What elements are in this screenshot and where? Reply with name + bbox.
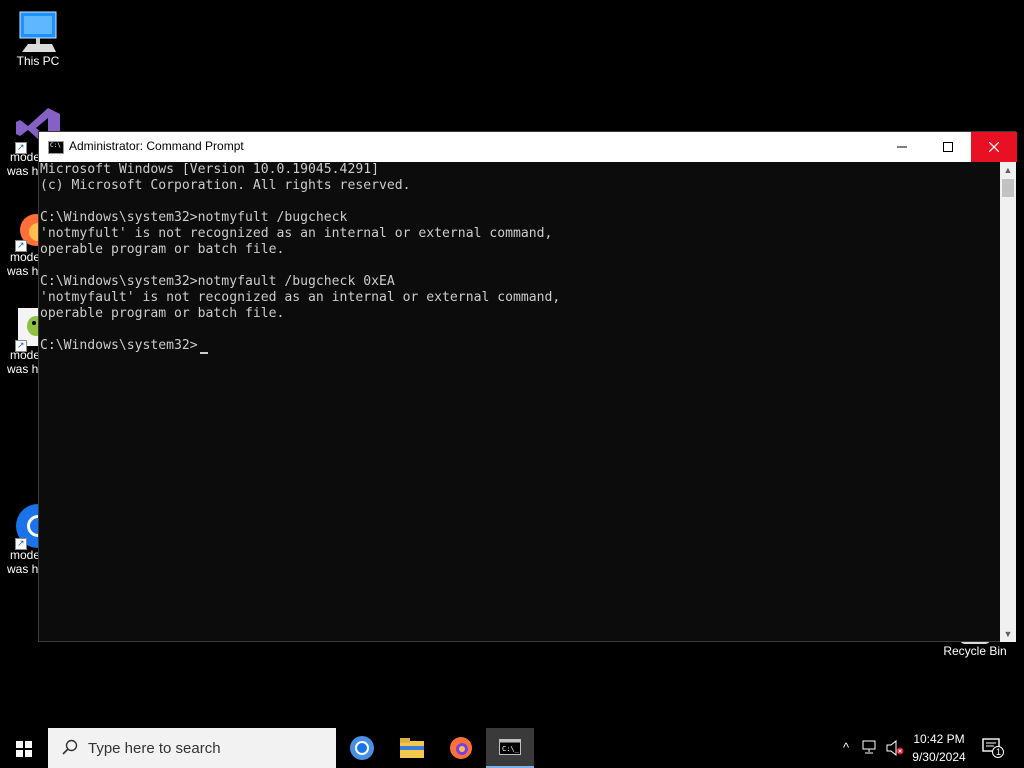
- console-line: operable program or batch file.: [40, 306, 285, 321]
- taskbar-app-chrome[interactable]: [338, 728, 386, 768]
- command-prompt-window[interactable]: Administrator: Command Prompt Microsoft …: [38, 131, 1017, 642]
- clock-date: 9/30/2024: [912, 750, 966, 764]
- taskbar: Type here to search C:\_ ^ 10:42 PM 9/30…: [0, 728, 1024, 768]
- console-line: Microsoft Windows [Version 10.0.19045.42…: [40, 162, 379, 177]
- console-line: 'notmyfault' is not recognized as an int…: [40, 290, 561, 305]
- shortcut-arrow-icon: [15, 338, 27, 352]
- maximize-button[interactable]: [925, 132, 971, 162]
- scrollbar-thumb[interactable]: [1002, 179, 1014, 197]
- svg-text:C:\_: C:\_: [502, 745, 520, 753]
- network-icon[interactable]: [862, 740, 878, 756]
- firefox-icon: [450, 737, 472, 759]
- text-cursor: [200, 352, 208, 354]
- taskbar-app-command-prompt[interactable]: C:\_: [486, 728, 534, 768]
- scroll-up-arrow-icon[interactable]: ▲: [1000, 162, 1016, 178]
- command-prompt-icon: [48, 141, 64, 154]
- window-title: Administrator: Command Prompt: [69, 139, 244, 153]
- minimize-button[interactable]: [879, 132, 925, 162]
- start-button[interactable]: [0, 728, 48, 768]
- show-hidden-icons-icon[interactable]: ^: [838, 740, 854, 756]
- command-prompt-icon: C:\_: [499, 739, 521, 755]
- maximize-icon: [943, 142, 953, 152]
- shortcut-arrow-icon: [15, 238, 27, 252]
- taskbar-app-firefox[interactable]: [437, 728, 485, 768]
- scroll-down-arrow-icon[interactable]: ▼: [1000, 626, 1016, 642]
- chrome-icon: [350, 736, 374, 760]
- desktop-icon-this-pc[interactable]: This PC: [0, 8, 76, 68]
- console-line: C:\Windows\system32>notmyfault /bugcheck…: [40, 274, 395, 289]
- file-explorer-icon: [400, 738, 424, 758]
- notification-center-button[interactable]: 1: [982, 738, 1004, 758]
- console-line: C:\Windows\system32>notmyfult /bugcheck: [40, 210, 348, 225]
- clock-time: 10:42 PM: [913, 732, 965, 746]
- shortcut-arrow-icon: [15, 140, 27, 154]
- vertical-scrollbar[interactable]: ▲ ▼: [1000, 162, 1016, 642]
- console-line: operable program or batch file.: [40, 242, 285, 257]
- window-titlebar[interactable]: Administrator: Command Prompt: [39, 132, 1017, 162]
- this-pc-icon: [19, 11, 57, 52]
- close-icon: [988, 141, 1000, 153]
- close-button[interactable]: [971, 132, 1017, 162]
- volume-muted-icon[interactable]: [886, 739, 904, 757]
- system-clock[interactable]: 10:42 PM 9/30/2024: [904, 730, 974, 766]
- shortcut-arrow-icon: [15, 536, 27, 550]
- console-line: 'notmyfult' is not recognized as an inte…: [40, 226, 553, 241]
- taskbar-app-file-explorer[interactable]: [388, 728, 436, 768]
- minimize-icon: [897, 146, 907, 148]
- console-line: (c) Microsoft Corporation. All rights re…: [40, 178, 411, 193]
- notification-count-badge: 1: [995, 747, 1001, 757]
- search-box[interactable]: Type here to search: [48, 728, 336, 768]
- console-prompt: C:\Windows\system32>: [40, 338, 198, 353]
- windows-logo-icon: [16, 741, 32, 757]
- desktop-icon-label: This PC: [16, 54, 60, 68]
- desktop-icon-label: Recycle Bin: [943, 644, 1007, 658]
- search-icon: [62, 739, 78, 755]
- console-output[interactable]: Microsoft Windows [Version 10.0.19045.42…: [39, 162, 999, 642]
- search-placeholder: Type here to search: [88, 740, 221, 757]
